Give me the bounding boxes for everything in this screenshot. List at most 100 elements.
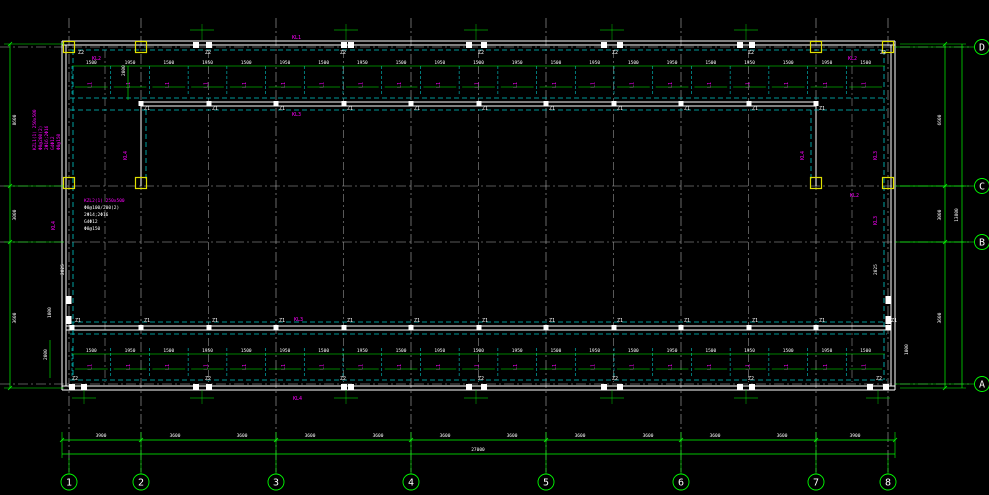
column-mark — [813, 101, 819, 106]
dim-span-text: 3600 — [237, 433, 248, 439]
column-mark — [273, 325, 279, 330]
bay-dim: 1500 — [860, 60, 871, 66]
dim-small-text: 2025 — [60, 264, 66, 275]
column-label: Z1 — [819, 106, 825, 112]
column-label: Z1 — [684, 318, 690, 324]
bay-dim: 1950 — [744, 60, 755, 66]
dim-span-text: 3600 — [440, 433, 451, 439]
dim-total-text: 27000 — [471, 447, 485, 453]
column-mark — [543, 325, 549, 330]
column-label: Z1 — [212, 106, 218, 112]
bay-dim: 1500 — [318, 60, 329, 66]
column-label: Z1 — [212, 318, 218, 324]
column-label: Z1 — [482, 318, 488, 324]
column-label: Z1 — [75, 318, 81, 324]
column-mark — [206, 325, 212, 330]
column-mark — [348, 384, 354, 390]
column-mark — [678, 101, 684, 106]
column-label: Z1 — [482, 106, 488, 112]
dim-left-text: 8600 — [12, 114, 18, 125]
column-mark — [273, 101, 279, 106]
beam-label: KL3 — [873, 151, 879, 160]
column-mark — [341, 101, 347, 106]
column-mark — [69, 325, 75, 330]
column-label: Z2 — [78, 50, 84, 56]
beam-label: KL3 — [873, 216, 879, 225]
column-mark — [746, 101, 752, 106]
dim-left-text: 3000 — [12, 209, 18, 220]
column-label: Z2 — [340, 376, 346, 382]
bay-dim: 1500 — [163, 348, 174, 354]
bay-dim: 1500 — [473, 348, 484, 354]
column-mark — [81, 384, 87, 390]
dim-span-text: 3600 — [710, 433, 721, 439]
beam-label: KL2 — [850, 193, 859, 199]
column-mark — [611, 101, 617, 106]
bay-dim: 1950 — [667, 60, 678, 66]
column-mark — [601, 384, 607, 390]
beam-label: KL3 — [292, 112, 301, 118]
column-label: Z2 — [880, 50, 886, 56]
column-label: Z2 — [612, 376, 618, 382]
bay-dim: 1500 — [86, 348, 97, 354]
axis-bubble-row-label: B — [979, 238, 985, 249]
bay-dim: 1950 — [512, 348, 523, 354]
bay-dim: 1950 — [822, 348, 833, 354]
bay-dim: 1950 — [125, 348, 136, 354]
column-mark — [466, 384, 472, 390]
beam-label: KL4 — [51, 221, 57, 230]
column-label: Z1 — [144, 106, 150, 112]
bay-dim: 1500 — [241, 348, 252, 354]
column-label: Z1 — [819, 318, 825, 324]
column-mark — [737, 384, 743, 390]
column-label: Z1 — [549, 106, 555, 112]
column-label: Z1 — [617, 106, 623, 112]
column-label: Z1 — [414, 318, 420, 324]
dim-right-text: 3000 — [937, 209, 943, 220]
bay-dim: 1500 — [473, 60, 484, 66]
column-label: Z2 — [340, 50, 346, 56]
bay-dim: 1500 — [628, 60, 639, 66]
column-mark — [601, 42, 607, 48]
bay-dim: 1500 — [396, 60, 407, 66]
column-mark — [341, 384, 347, 390]
dim-small-text: 2025 — [873, 264, 879, 275]
dim-span-text: 3600 — [507, 433, 518, 439]
column-mark — [481, 42, 487, 48]
bay-dim: 1950 — [202, 348, 213, 354]
bay-dim: 1950 — [357, 348, 368, 354]
axis-bubble-col-label: 4 — [408, 478, 414, 489]
column-mark — [138, 325, 144, 330]
axis-bubble-col-label: 7 — [813, 478, 819, 489]
column-mark — [885, 296, 891, 304]
column-label: Z1 — [347, 106, 353, 112]
note-mid: 2Φ14;2Φ16 — [84, 212, 109, 218]
axis-bubble-row-label: C — [979, 182, 985, 193]
axis-bubble-col-label: 3 — [273, 478, 279, 489]
column-mark — [348, 42, 354, 48]
note-mid: Φ8@150 — [84, 226, 101, 232]
column-label: Z1 — [279, 106, 285, 112]
column-mark — [749, 384, 755, 390]
column-mark — [885, 325, 891, 330]
axis-bubble-row-label: D — [979, 43, 985, 54]
column-label: Z2 — [748, 376, 754, 382]
column-mark — [408, 325, 414, 330]
column-mark — [749, 42, 755, 48]
bay-dim: 1500 — [783, 60, 794, 66]
column-mark — [206, 384, 212, 390]
dim-small-text: 2000 — [43, 349, 49, 360]
column-label: Z2 — [478, 50, 484, 56]
cad-drawing[interactable]: 1500 L1 1950 L1 1500 L1 1950 L1 1500 L1 1950 L1 1500… — [0, 0, 989, 495]
column-label: Z2 — [612, 50, 618, 56]
column-mark — [138, 101, 144, 106]
beam-label: KL2 — [848, 56, 857, 62]
column-label: Z1 — [279, 318, 285, 324]
bay-dim: 1500 — [860, 348, 871, 354]
column-label: Z2 — [205, 376, 211, 382]
column-mark — [408, 101, 414, 106]
note-left: G4Φ12 — [50, 136, 56, 150]
column-label: Z1 — [414, 106, 420, 112]
bay-dim: 1950 — [280, 60, 291, 66]
bay-dim: 1950 — [589, 348, 600, 354]
